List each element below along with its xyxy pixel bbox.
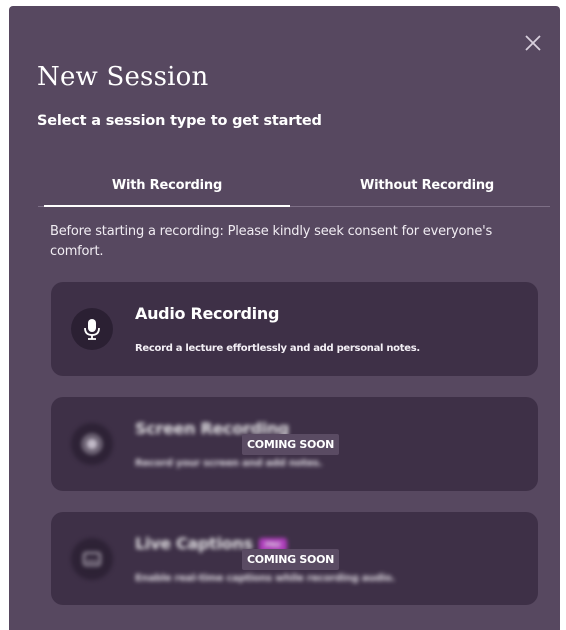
card-description: Enable real-time captions while recordin… xyxy=(135,573,395,584)
tab-without-recording[interactable]: Without Recording xyxy=(304,174,550,206)
close-button[interactable] xyxy=(522,32,544,54)
coming-soon-badge: COMING SOON xyxy=(242,549,340,570)
audio-recording-card[interactable]: Audio Recording Record a lecture effortl… xyxy=(51,282,538,376)
live-captions-card: Live Captions PRO Enable real-time captio… xyxy=(51,512,538,605)
modal-title: New Session xyxy=(37,62,209,92)
consent-notice: Before starting a recording: Please kind… xyxy=(50,224,493,259)
close-icon xyxy=(525,35,541,51)
screen-record-icon xyxy=(71,423,113,465)
session-type-tabs: With Recording Without Recording xyxy=(38,174,550,207)
card-title-text: Live Captions xyxy=(135,534,253,553)
modal-subtitle: Select a session type to get started xyxy=(37,113,322,129)
captions-icon xyxy=(71,538,113,580)
new-session-modal: New Session Select a session type to get… xyxy=(9,6,560,630)
microphone-icon xyxy=(71,308,113,350)
card-description: Record your screen and add notes. xyxy=(135,458,323,469)
tab-with-recording[interactable]: With Recording xyxy=(44,174,290,207)
card-title: Audio Recording xyxy=(135,304,280,323)
coming-soon-badge: COMING SOON xyxy=(242,434,340,455)
card-description: Record a lecture effortlessly and add pe… xyxy=(135,343,420,354)
screen-recording-card: Screen Recording Record your screen and … xyxy=(51,397,538,491)
